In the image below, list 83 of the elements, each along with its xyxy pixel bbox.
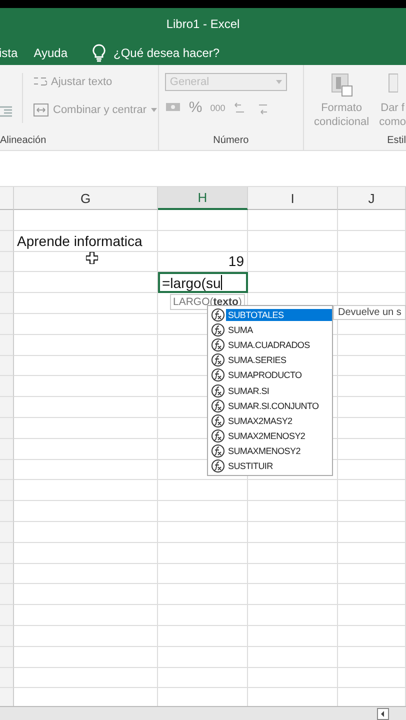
lightbulb-icon [92,44,106,62]
indent-icon[interactable] [0,105,12,117]
row-header[interactable] [0,376,14,398]
row-header[interactable] [0,314,14,335]
table-cell [338,605,406,626]
row-header[interactable] [0,334,14,356]
group-label: Número [212,135,250,146]
table-cell [338,230,406,252]
function-icon [211,338,225,352]
window-title: Libro1 - Excel [166,17,240,31]
select-all-corner[interactable] [0,187,14,210]
row-header[interactable] [0,252,14,272]
function-icon [211,398,225,413]
function-option[interactable]: SUMAR.SI.CONJUNTO [208,398,332,414]
function-option[interactable]: SUMAX2MASY2 [208,413,332,428]
table-cell [338,668,406,688]
tell-me-field[interactable]: ¿Qué desea hacer? [114,46,220,60]
table-cell: 19 [158,252,248,272]
function-icon [211,414,225,428]
table-cell: Aprende informatica [14,230,158,252]
row-header[interactable] [0,626,14,647]
row-header[interactable] [0,460,14,480]
function-option[interactable]: SUMAPRODUCTO [208,368,332,383]
row-header[interactable] [0,688,14,706]
merge-cells-icon [33,103,49,117]
scroll-left-icon[interactable] [377,708,389,720]
row-header[interactable] [0,501,14,522]
table-cell [338,210,406,231]
column-header[interactable]: G [14,187,158,210]
function-icon [211,384,225,398]
function-icon [211,459,225,474]
table-cell [338,252,406,272]
table-cell [338,501,406,522]
table-cell [338,626,406,647]
caret-icon [276,80,282,84]
group-label: Alineación [0,135,46,146]
column-header[interactable]: I [248,187,338,210]
function-option[interactable]: SUMAR.SI [208,382,332,398]
menu-tab[interactable]: Ayuda [34,46,68,60]
cursor-icon [86,252,98,264]
menu-tab[interactable]: ista [0,46,18,60]
row-header[interactable] [0,605,14,626]
row-header[interactable] [0,668,14,688]
row-header[interactable] [0,480,14,502]
row-header[interactable] [0,438,14,460]
column-header[interactable]: J [338,187,406,210]
function-icon [211,444,225,458]
row-header[interactable] [0,230,14,252]
caret-icon [150,108,157,112]
row-header[interactable] [0,293,14,314]
table-cell [338,480,406,502]
table-icon [330,73,353,97]
function-option[interactable]: SUMAXMENOSY2 [208,444,332,459]
row-header[interactable] [0,210,14,231]
function-icon [211,353,225,368]
table-cell [338,460,406,480]
group-label: Estil [387,135,406,146]
row-header[interactable] [0,564,14,584]
function-icon [211,308,225,322]
row-header[interactable] [0,272,14,294]
table-cell [338,646,406,668]
row-header[interactable] [0,584,14,606]
function-option[interactable]: SUSTITUIR [208,458,332,474]
table-cell [338,564,406,584]
column-header[interactable]: H [158,187,248,210]
table-cell [338,542,406,564]
function-tooltip: Devuelve un s [333,305,406,320]
function-option[interactable]: SUMA.CUADRADOS [208,337,332,353]
row-header[interactable] [0,646,14,668]
row-header[interactable] [0,356,14,376]
function-option[interactable]: SUMA [208,322,332,338]
cell-editor[interactable]: =largo(su [158,272,248,294]
function-option[interactable]: SUMA.SERIES [208,352,332,368]
function-icon [211,368,225,382]
table-cell [338,522,406,543]
row-header[interactable] [0,418,14,439]
row-header[interactable] [0,542,14,564]
row-header[interactable] [0,522,14,543]
function-icon [211,429,225,444]
table-cell [338,584,406,606]
function-icon [211,322,225,337]
row-header[interactable] [0,397,14,418]
function-option[interactable]: SUMAX2MENOSY2 [208,428,332,444]
